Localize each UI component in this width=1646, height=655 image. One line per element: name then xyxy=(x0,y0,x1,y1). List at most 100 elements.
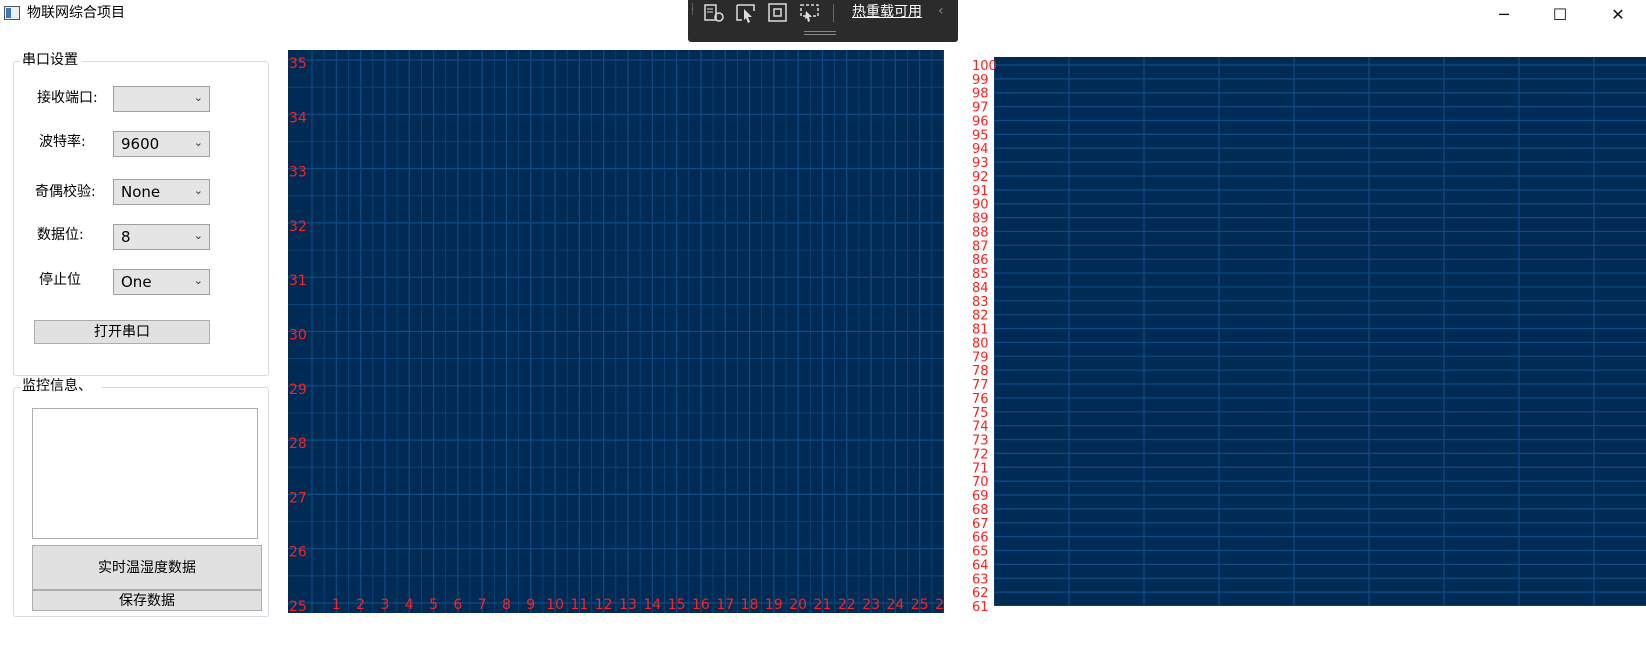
data-bits-combobox[interactable]: 8 ⌄ xyxy=(113,224,210,250)
x-tick-label: 5 xyxy=(429,597,438,613)
close-button[interactable]: ✕ xyxy=(1590,0,1646,28)
display-layout-adorner-icon[interactable] xyxy=(766,2,790,24)
stop-bits-value: One xyxy=(121,273,152,291)
port-combobox[interactable]: ⌄ xyxy=(113,86,210,112)
maximize-button[interactable]: ☐ xyxy=(1532,0,1588,28)
y-tick-label: 97 xyxy=(972,101,989,116)
chevron-down-icon: ⌄ xyxy=(193,274,203,287)
x-tick-label: 17 xyxy=(716,597,734,613)
y-tick-label: 98 xyxy=(972,87,989,102)
close-icon: ✕ xyxy=(1611,4,1625,24)
y-tick-label: 94 xyxy=(972,142,989,157)
y-tick-label: 93 xyxy=(972,156,989,171)
maximize-icon: ☐ xyxy=(1552,4,1568,24)
y-tick-label: 96 xyxy=(972,114,989,129)
stop-bits-combobox[interactable]: One ⌄ xyxy=(113,269,210,295)
baud-value: 9600 xyxy=(121,135,160,153)
parity-value: None xyxy=(121,183,161,201)
y-tick-label: 72 xyxy=(972,447,989,462)
y-tick-label: 90 xyxy=(972,198,989,213)
x-tick-label: 13 xyxy=(619,597,637,613)
y-tick-label: 92 xyxy=(972,170,989,185)
chevron-down-icon: ⌄ xyxy=(193,229,203,242)
stop-bits-label: 停止位 xyxy=(39,272,81,288)
y-tick-label: 76 xyxy=(972,392,989,407)
y-tick-label: 65 xyxy=(972,545,989,560)
x-tick-label: 16 xyxy=(692,597,710,613)
x-tick-label: 1 xyxy=(332,597,341,613)
y-tick-label: 95 xyxy=(972,128,989,143)
y-tick-label: 62 xyxy=(972,586,989,601)
realtime-data-button[interactable]: 实时温湿度数据 xyxy=(32,545,262,590)
y-tick-label: 66 xyxy=(972,531,989,546)
y-tick-label: 63 xyxy=(972,572,989,587)
y-tick-label: 85 xyxy=(972,267,989,282)
y-tick-label: 86 xyxy=(972,253,989,268)
data-bits-label: 数据位: xyxy=(37,227,84,243)
baud-combobox[interactable]: 9600 ⌄ xyxy=(113,131,210,157)
y-tick-label: 70 xyxy=(972,475,989,490)
toolbar-grip-icon[interactable]: ⁞ ⁞ xyxy=(691,3,697,26)
x-tick-label: 12 xyxy=(595,597,613,613)
x-tick-label: 14 xyxy=(643,597,661,613)
y-tick-label: 87 xyxy=(972,239,989,254)
toolbar-drag-handle[interactable] xyxy=(804,31,836,35)
temperature-chart[interactable]: 1 2 3 4 5 6 7 8 9 10 11 12 13 14 15 16 17 18 19 20 21 22 23 24 2… xyxy=(288,50,944,613)
monitor-legend: 监控信息、 xyxy=(20,377,102,395)
port-label: 接收端口: xyxy=(37,90,98,106)
y-tick-label: 61 xyxy=(972,600,989,615)
x-tick-label: 22 xyxy=(838,597,856,613)
y-tick-label: 81 xyxy=(972,323,989,338)
collapse-chevron-icon[interactable]: ‹ xyxy=(938,3,944,19)
app-icon xyxy=(4,6,20,20)
y-tick-label: 77 xyxy=(972,378,989,393)
humidity-chart[interactable] xyxy=(994,57,1646,606)
x-tick-label: 4 xyxy=(405,597,414,613)
x-tick-label: 9 xyxy=(526,597,535,613)
xaml-debug-toolbar: ⁞ ⁞ 热重载可用 ‹ xyxy=(688,0,958,42)
data-bits-value: 8 xyxy=(121,228,131,246)
hot-reload-link[interactable]: 热重载可用 xyxy=(852,3,922,21)
save-data-button[interactable]: 保存数据 xyxy=(32,590,262,611)
track-focus-icon[interactable] xyxy=(798,2,822,24)
y-tick-label: 88 xyxy=(972,225,989,240)
chevron-down-icon: ⌄ xyxy=(193,136,203,149)
minimize-icon: ─ xyxy=(1499,4,1509,24)
y-tick-label: 68 xyxy=(972,503,989,518)
x-tick-label: 25 xyxy=(911,597,929,613)
y-tick-label: 73 xyxy=(972,434,989,449)
x-tick-label: 2 xyxy=(356,597,365,613)
toolbar-separator xyxy=(833,4,834,22)
x-tick-label: 8 xyxy=(502,597,511,613)
monitor-log-textbox[interactable] xyxy=(32,408,258,539)
x-tick-label: 19 xyxy=(765,597,783,613)
parity-label: 奇偶校验: xyxy=(35,184,96,200)
minimize-button[interactable]: ─ xyxy=(1476,0,1532,28)
humidity-chart-plot xyxy=(994,57,1646,606)
window-title: 物联网综合项目 xyxy=(27,5,125,21)
x-tick-label: 3 xyxy=(380,597,389,613)
y-tick-label: 64 xyxy=(972,558,989,573)
y-tick-label: 99 xyxy=(972,73,989,88)
y-tick-label: 75 xyxy=(972,406,989,421)
serial-settings-legend: 串口设置 xyxy=(20,51,82,69)
y-tick-label: 89 xyxy=(972,212,989,227)
x-tick-label: 18 xyxy=(741,597,759,613)
x-tick-label: 6 xyxy=(453,597,462,613)
y-tick-label: 67 xyxy=(972,517,989,532)
parity-combobox[interactable]: None ⌄ xyxy=(113,179,210,205)
x-tick-label: 10 xyxy=(546,597,564,613)
chevron-down-icon: ⌄ xyxy=(193,91,203,104)
select-element-icon[interactable] xyxy=(734,2,758,24)
x-tick-label: 23 xyxy=(862,597,880,613)
x-tick-label: 7 xyxy=(478,597,487,613)
y-tick-label: 82 xyxy=(972,309,989,324)
x-tick-label: 20 xyxy=(789,597,807,613)
open-port-button[interactable]: 打开串口 xyxy=(34,320,210,344)
y-tick-label: 80 xyxy=(972,336,989,351)
y-tick-label: 79 xyxy=(972,350,989,365)
x-tick-label: 24 xyxy=(886,597,904,613)
y-tick-label: 78 xyxy=(972,364,989,379)
temperature-chart-plot: 1 2 3 4 5 6 7 8 9 10 11 12 13 14 15 16 17 18 19 20 21 22 23 24 2… xyxy=(288,50,944,613)
inspect-tree-icon[interactable] xyxy=(702,2,726,24)
